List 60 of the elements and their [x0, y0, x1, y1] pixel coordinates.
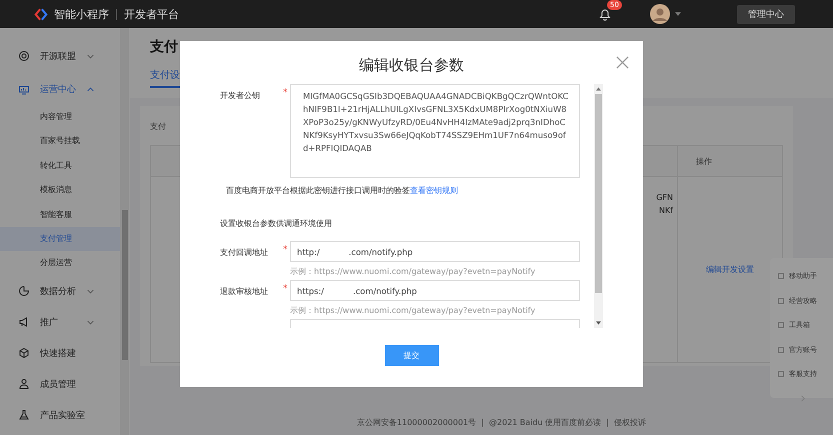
tool-icon [777, 272, 785, 280]
field-label: 开发者公钥 [220, 90, 261, 101]
required-mark: * [283, 283, 288, 294]
required-mark: * [283, 244, 288, 255]
sidebar-item[interactable]: 推广 [0, 306, 120, 338]
scrollbar[interactable] [120, 28, 129, 435]
dialog-title: 编辑收银台参数 [359, 56, 464, 75]
url-field[interactable]: http:/ .com/notify.php [290, 241, 580, 262]
field-label: 支付回调地址 [220, 247, 269, 258]
menu-icon [18, 84, 30, 96]
menu-icon [18, 409, 30, 422]
sidebar-item[interactable]: 快速搭建 [0, 338, 120, 369]
scrollbar[interactable] [594, 84, 603, 328]
url-field[interactable]: https:/ .com/notify.php [290, 280, 580, 301]
menu-icon [18, 347, 30, 360]
caret-icon[interactable] [675, 12, 681, 16]
sidebar-item[interactable]: 开源联盟 [0, 38, 120, 74]
footer-text: 京公网安备11000002000001号 | @2021 Baidu 使用百度前必读 | 侵权投诉 [356, 417, 648, 428]
scroll-up-icon[interactable] [596, 87, 601, 91]
sidebar-subitem[interactable]: 模板消息 [0, 178, 120, 203]
logo-text: 智能小程序 [54, 8, 117, 20]
key-rules-link[interactable]: 查看密钥规则 [410, 186, 458, 195]
cell-text: GFN [656, 192, 673, 204]
sidebar-subitem[interactable]: 智能客服 [0, 202, 120, 227]
sidebar-item[interactable]: 产品实验室 [0, 400, 120, 431]
edit-settings-link[interactable]: 编辑开发设置 [706, 264, 754, 275]
menu-icon [18, 50, 30, 62]
tool-icon [777, 321, 785, 330]
sidebar-item[interactable]: 数据分析 [0, 276, 120, 307]
section-note: 设置收银台参数供调通环境使用 [220, 218, 333, 229]
sidebar-item[interactable]: 成员管理 [0, 368, 120, 400]
menu-icon [18, 285, 30, 298]
field-label: 退款审核地址 [220, 286, 269, 297]
example-text: 示例：https://www.nuomi.com/gateway/pay?evetn=payNotify [290, 266, 536, 277]
platform-title: 开发者平台 [124, 6, 179, 22]
example-text: 示例：https://www.nuomi.com/gateway/pay?evetn=payNotify [290, 305, 536, 316]
page-title: 支付 [150, 38, 179, 56]
section-label: 支付 [150, 122, 166, 131]
public-key-field[interactable]: MIGfMA0GCSqGSIb3DQEBAQUAA4GNADCBiQKBgQCzrQWntOKChNIF9B1I+21rHjALLhUILgXIvsGFNL3X5KdxUM8PIrXog0tNXiuW8XPoP3o25y/gKNWyUfzyRD/0Eu4NvHH4IzMAte9adj2prq3nIDhoCNKf9KsyHYTxvsu3Sw66eJQqKobT74SSZ9EHm1UF7n64muso9ofd+RPFIQIDAQAB [290, 84, 580, 178]
sidebar-subitem[interactable]: 转化工具 [0, 154, 120, 178]
scroll-down-icon[interactable] [596, 321, 601, 325]
bell-icon[interactable] [598, 7, 612, 21]
sidebar-item[interactable]: 运营中心 [0, 74, 120, 105]
logo-icon [34, 8, 48, 20]
sidebar-subitem[interactable]: 内容管理 [0, 105, 120, 130]
required-mark: * [283, 87, 288, 98]
submit-button[interactable]: 提交 [384, 345, 438, 366]
sidebar-subitem[interactable]: 分层运营 [0, 251, 120, 276]
menu-icon [18, 378, 30, 390]
tool-icon [777, 296, 785, 305]
hint-text: 百度电商开放平台根据此密钥进行接口调用时的验签查看密钥规则 [226, 185, 459, 196]
avatar-icon[interactable] [650, 4, 670, 24]
tool-icon [777, 370, 785, 378]
tool-icon [777, 346, 785, 354]
cell-text: NKf [658, 205, 673, 217]
close-icon[interactable] [616, 56, 629, 69]
table-header: 操作 [677, 146, 782, 176]
sidebar-subitem[interactable]: 百家号挂载 [0, 129, 120, 154]
admin-center-button[interactable]: 管理中心 [737, 4, 795, 24]
menu-icon [18, 316, 30, 328]
